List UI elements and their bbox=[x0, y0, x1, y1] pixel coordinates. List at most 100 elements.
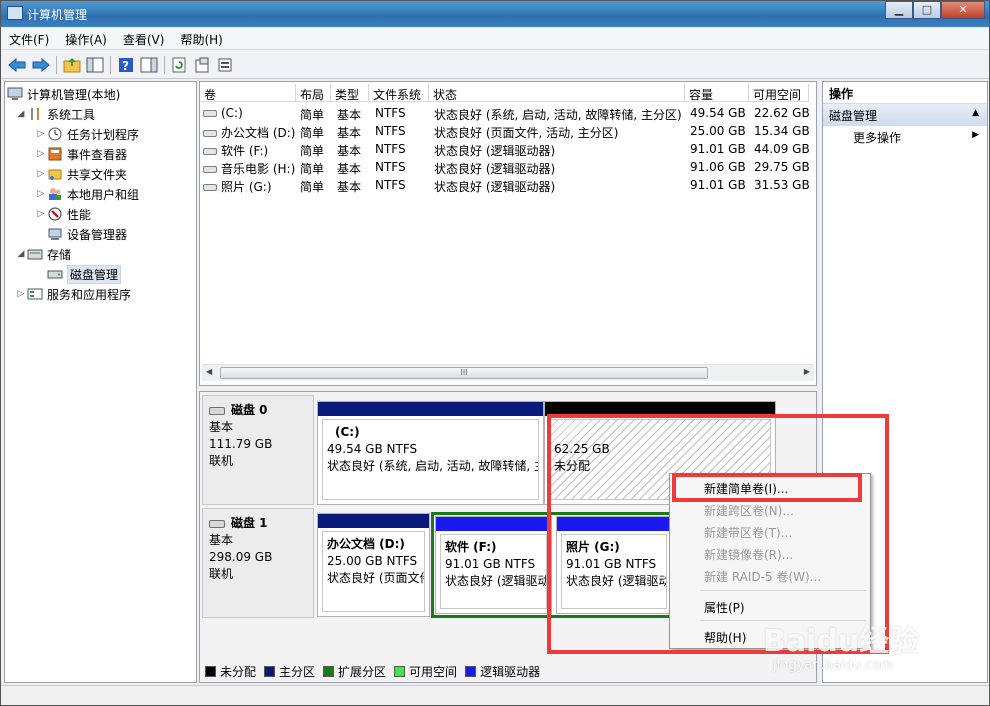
up-folder-icon[interactable] bbox=[62, 55, 82, 75]
horizontal-scrollbar[interactable]: ◀ III ▶ bbox=[202, 364, 814, 381]
clock-icon bbox=[47, 126, 63, 142]
navigation-tree: 计算机管理(本地) ◢ 系统工具 ▷ 任务计划程序 ▷ 事件查看器 ▷ 共享文件… bbox=[4, 81, 197, 683]
watermark-url: jingyan.baidu.com bbox=[773, 658, 893, 673]
partition-c[interactable]: (C:) 49.54 GB NTFS 状态良好 (系统, 启动, 活动, 故障转… bbox=[317, 401, 544, 505]
legend-item: 未分配 bbox=[205, 663, 256, 680]
baidu-watermark: Baidu经验 jingyan.baidu.com bbox=[763, 606, 983, 686]
shared-folder-icon bbox=[47, 166, 63, 182]
scroll-left-icon[interactable]: ◀ bbox=[206, 367, 212, 376]
users-icon bbox=[47, 186, 63, 202]
col-type[interactable]: 类型 bbox=[331, 84, 369, 102]
title-bar[interactable]: 计算机管理 ▁ □ ✕ bbox=[1, 1, 989, 27]
col-capacity[interactable]: 容量 bbox=[685, 84, 749, 102]
menu-action[interactable]: 操作(A) bbox=[57, 28, 115, 49]
legend-item: 可用空间 bbox=[394, 663, 457, 680]
disk-icon bbox=[209, 519, 225, 528]
table-row[interactable]: 软件 (F:) 简单 基本 NTFS 状态良好 (逻辑驱动器) 91.01 GB… bbox=[200, 140, 816, 158]
col-volume[interactable]: 卷 bbox=[200, 84, 296, 102]
legend-item: 扩展分区 bbox=[323, 663, 386, 680]
partition-f[interactable]: 软件 (F:) 91.01 GB NTFS 状态良好 (逻辑驱动器 bbox=[435, 516, 552, 614]
properties-icon[interactable] bbox=[192, 55, 212, 75]
device-manager-icon bbox=[47, 226, 63, 242]
col-filesystem[interactable]: 文件系统 bbox=[369, 84, 429, 102]
watermark-brand: Baidu经验 bbox=[763, 624, 920, 659]
storage-icon bbox=[27, 246, 43, 262]
menu-help[interactable]: 帮助(H) bbox=[172, 28, 230, 49]
maximize-button[interactable]: □ bbox=[913, 1, 941, 19]
performance-icon bbox=[47, 206, 63, 222]
scroll-thumb[interactable]: III bbox=[220, 367, 708, 379]
partition-legend: 未分配 主分区 扩展分区 可用空间 逻辑驱动器 bbox=[205, 663, 548, 679]
close-button[interactable]: ✕ bbox=[941, 1, 985, 19]
forward-icon[interactable] bbox=[31, 55, 51, 75]
disk-icon bbox=[209, 406, 225, 415]
table-row[interactable]: 音乐电影 (H:) 简单 基本 NTFS 状态良好 (逻辑驱动器) 91.06 … bbox=[200, 158, 816, 176]
tree-performance[interactable]: ▷ 性能 bbox=[35, 205, 91, 223]
collapsed-arrow-icon[interactable]: ▷ bbox=[35, 209, 47, 219]
table-row[interactable]: 办公文档 (D:) 简单 基本 NTFS 状态良好 (页面文件, 活动, 主分区… bbox=[200, 122, 816, 140]
highlight-box-menu-item bbox=[672, 473, 862, 502]
computer-management-icon bbox=[7, 6, 23, 20]
volume-list: 卷 布局 类型 文件系统 状态 容量 可用空间 (C:) 简单 基本 NTFS … bbox=[199, 81, 817, 386]
col-status[interactable]: 状态 bbox=[429, 84, 685, 102]
collapsed-arrow-icon[interactable]: ▷ bbox=[35, 189, 47, 199]
legend-item: 主分区 bbox=[264, 663, 315, 680]
tree-shared-folders[interactable]: ▷ 共享文件夹 bbox=[35, 165, 127, 183]
partition-d[interactable]: 办公文档 (D:) 25.00 GB NTFS 状态良好 (页面文件 bbox=[317, 513, 430, 617]
disk-management-icon bbox=[47, 266, 63, 282]
help-icon[interactable]: ? bbox=[116, 55, 136, 75]
drive-icon bbox=[203, 130, 217, 137]
expanded-arrow-icon[interactable]: ◢ bbox=[15, 109, 27, 119]
volume-list-header: 卷 布局 类型 文件系统 状态 容量 可用空间 bbox=[200, 84, 816, 102]
tree-storage[interactable]: ◢ 存储 bbox=[15, 245, 71, 263]
collapsed-arrow-icon[interactable]: ▷ bbox=[35, 169, 47, 179]
tree-root[interactable]: 计算机管理(本地) bbox=[7, 85, 120, 103]
legend-item: 逻辑驱动器 bbox=[465, 663, 540, 680]
window-title: 计算机管理 bbox=[27, 8, 88, 22]
svg-text:?: ? bbox=[122, 59, 129, 73]
expanded-arrow-icon[interactable]: ◢ bbox=[15, 249, 27, 259]
menu-bar: 文件(F) 操作(A) 查看(V) 帮助(H) bbox=[1, 28, 989, 50]
drive-icon bbox=[203, 184, 217, 191]
collapsed-arrow-icon[interactable]: ▷ bbox=[15, 289, 27, 299]
col-layout[interactable]: 布局 bbox=[296, 84, 331, 102]
collapse-icon[interactable]: ▲ bbox=[972, 108, 979, 118]
tree-event-viewer[interactable]: ▷ 事件查看器 bbox=[35, 145, 127, 163]
tools-icon bbox=[27, 106, 43, 122]
tree-services-apps[interactable]: ▷ 服务和应用程序 bbox=[15, 285, 131, 303]
toolbar: ? bbox=[1, 51, 989, 79]
computer-management-window: 计算机管理 ▁ □ ✕ 文件(F) 操作(A) 查看(V) 帮助(H) ? 计算… bbox=[0, 0, 990, 706]
drive-icon bbox=[203, 148, 217, 155]
window-controls: ▁ □ ✕ bbox=[885, 1, 985, 19]
disk0-info[interactable]: 磁盘 0 基本 111.79 GB 联机 bbox=[202, 395, 314, 505]
drive-icon bbox=[203, 110, 217, 117]
tree-disk-management[interactable]: 磁盘管理 bbox=[47, 264, 122, 284]
table-row[interactable]: (C:) 简单 基本 NTFS 状态良好 (系统, 启动, 活动, 故障转储, … bbox=[200, 104, 816, 122]
status-bar bbox=[1, 685, 989, 705]
services-icon bbox=[27, 286, 43, 302]
back-icon[interactable] bbox=[7, 55, 27, 75]
scroll-right-icon[interactable]: ▶ bbox=[804, 367, 810, 376]
drive-icon bbox=[203, 166, 217, 173]
refresh-icon[interactable] bbox=[169, 55, 189, 75]
tree-task-scheduler[interactable]: ▷ 任务计划程序 bbox=[35, 125, 139, 143]
action-pane-icon[interactable] bbox=[139, 55, 159, 75]
computer-icon bbox=[7, 86, 23, 102]
actions-section-disk-management[interactable]: 磁盘管理 ▲ bbox=[823, 104, 987, 126]
more-actions[interactable]: 更多操作 ▶ bbox=[823, 126, 987, 146]
disk1-info[interactable]: 磁盘 1 基本 298.09 GB 联机 bbox=[202, 508, 314, 618]
menu-file[interactable]: 文件(F) bbox=[1, 28, 57, 49]
tree-system-tools[interactable]: ◢ 系统工具 bbox=[15, 105, 95, 123]
collapsed-arrow-icon[interactable]: ▷ bbox=[35, 149, 47, 159]
table-row[interactable]: 照片 (G:) 简单 基本 NTFS 状态良好 (逻辑驱动器) 91.01 GB… bbox=[200, 176, 816, 194]
submenu-arrow-icon: ▶ bbox=[972, 130, 979, 140]
minimize-button[interactable]: ▁ bbox=[885, 1, 913, 19]
event-viewer-icon bbox=[47, 146, 63, 162]
show-hide-tree-icon[interactable] bbox=[85, 55, 105, 75]
col-free-space[interactable]: 可用空间 bbox=[749, 84, 809, 102]
tree-local-users[interactable]: ▷ 本地用户和组 bbox=[35, 185, 139, 203]
collapsed-arrow-icon[interactable]: ▷ bbox=[35, 129, 47, 139]
menu-view[interactable]: 查看(V) bbox=[115, 28, 173, 49]
tree-device-manager[interactable]: 设备管理器 bbox=[47, 225, 127, 243]
export-icon[interactable] bbox=[215, 55, 235, 75]
